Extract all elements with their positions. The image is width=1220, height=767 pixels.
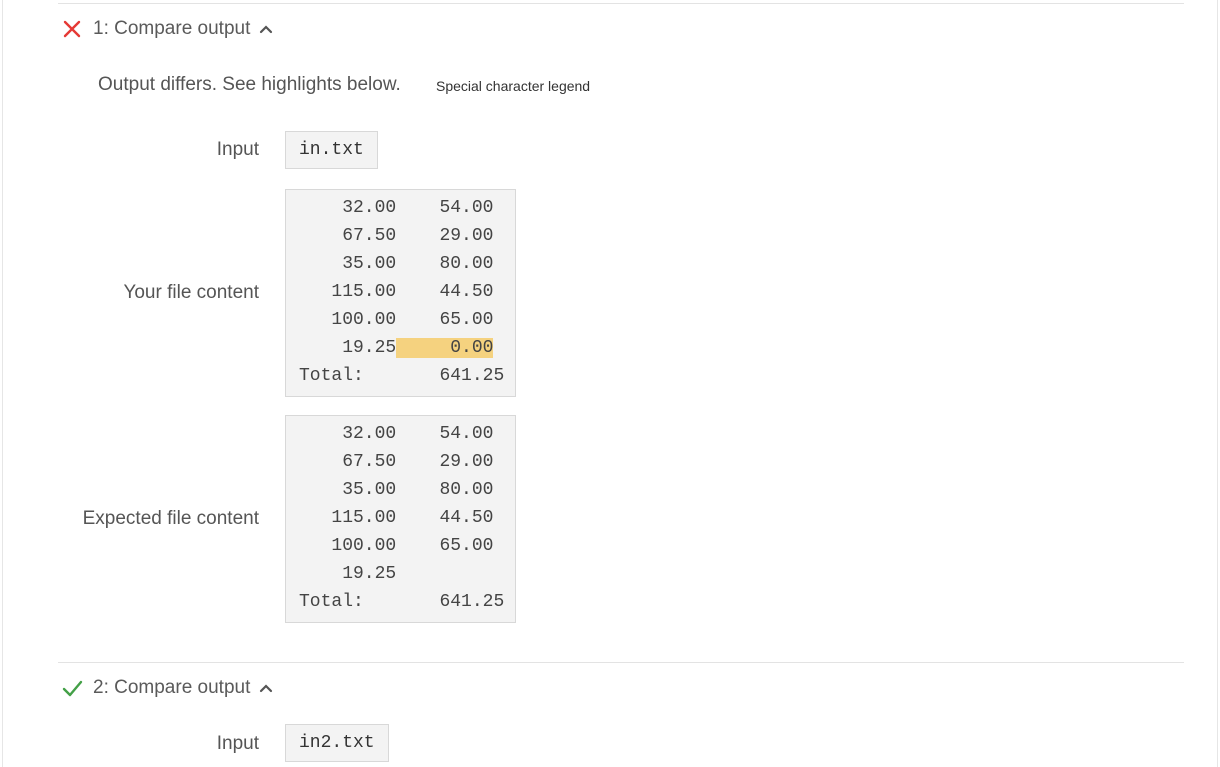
line-col-b-wrap: 641.25 [396, 592, 504, 612]
line-col-a: 115.00 [299, 508, 397, 528]
content-line: 19.25 [299, 560, 396, 588]
line-col-b: 29.00 [439, 226, 494, 246]
line-col-b: 641.25 [439, 366, 505, 386]
line-col-a: 35.00 [299, 480, 397, 500]
line-col-b: 80.00 [439, 480, 494, 500]
line-col-a: 100.00 [299, 536, 397, 556]
line-col-b-wrap: 44.50 [396, 282, 493, 302]
test-2-title: 2: Compare output [93, 677, 251, 698]
input-label-2: Input [216, 733, 259, 754]
test-2-header[interactable]: 2: Compare output [61, 676, 273, 700]
content-line: 115.00 44.50 [299, 504, 493, 532]
line-col-b: 641.25 [439, 592, 505, 612]
test-1-header[interactable]: 1: Compare output [61, 17, 273, 41]
line-col-a: Total: [299, 592, 397, 612]
line-col-b: 65.00 [439, 536, 494, 556]
content-line: 32.00 54.00 [299, 420, 493, 448]
line-col-b-wrap: 54.00 [396, 198, 493, 218]
line-col-b-wrap: 65.00 [396, 310, 493, 330]
line-col-a: 32.00 [299, 198, 397, 218]
expected-file-content-box: 32.00 54.00 67.50 29.00 35.00 80.00 115.… [285, 415, 516, 623]
check-icon [62, 680, 83, 697]
line-col-b-wrap: 54.00 [396, 424, 493, 444]
line-col-b: 65.00 [439, 310, 494, 330]
input-label: Input [216, 139, 259, 160]
line-col-b-wrap: 641.25 [396, 366, 504, 386]
line-col-a: 35.00 [299, 254, 397, 274]
divider-middle [58, 662, 1184, 663]
special-character-legend-link[interactable]: Special character legend [436, 78, 590, 94]
line-col-b: 44.50 [439, 282, 494, 302]
content-line: 67.50 29.00 [299, 222, 493, 250]
line-col-a: Total: [299, 366, 397, 386]
line-col-a: 67.50 [299, 452, 397, 472]
content-line: 100.00 65.00 [299, 532, 493, 560]
divider-top [58, 3, 1184, 4]
expected-file-content-label: Expected file content [82, 508, 259, 529]
line-col-a: 100.00 [299, 310, 397, 330]
content-line: 35.00 80.00 [299, 250, 493, 278]
x-icon [63, 20, 81, 38]
input-file-chip-2: in2.txt [285, 724, 389, 762]
line-col-b-wrap: 44.50 [396, 508, 493, 528]
line-col-b: 54.00 [439, 198, 494, 218]
input-file-chip: in.txt [285, 131, 378, 169]
line-col-b: 54.00 [439, 424, 494, 444]
results-panel: 1: Compare output Output differs. See hi… [2, 0, 1218, 767]
line-col-b-wrap: 80.00 [396, 254, 493, 274]
content-line: Total: 641.25 [299, 588, 504, 616]
content-line: 32.00 54.00 [299, 194, 493, 222]
content-line: Total: 641.25 [299, 362, 504, 390]
line-col-b: 44.50 [439, 508, 494, 528]
line-col-b-wrap: 29.00 [396, 226, 493, 246]
output-differs-message: Output differs. See highlights below. [98, 74, 401, 95]
line-col-a: 67.50 [299, 226, 397, 246]
content-line: 35.00 80.00 [299, 476, 493, 504]
line-col-a: 32.00 [299, 424, 397, 444]
content-line: 115.00 44.50 [299, 278, 493, 306]
line-col-b-wrap: 65.00 [396, 536, 493, 556]
test-1-title: 1: Compare output [93, 18, 251, 39]
line-col-b: 80.00 [439, 254, 494, 274]
line-col-a: 115.00 [299, 282, 397, 302]
line-col-a: 19.25 [299, 338, 397, 358]
your-file-content-label: Your file content [123, 282, 259, 303]
chevron-up-icon[interactable] [259, 683, 273, 693]
line-col-b: 29.00 [439, 452, 494, 472]
your-file-content-box: 32.00 54.00 67.50 29.00 35.00 80.00 115.… [285, 189, 516, 397]
line-col-b-wrap: 29.00 [396, 452, 493, 472]
line-col-b: 0.00 [450, 338, 494, 358]
content-line: 100.00 65.00 [299, 306, 493, 334]
line-col-b-wrap: 80.00 [396, 480, 493, 500]
chevron-up-icon[interactable] [259, 24, 273, 34]
content-line: 67.50 29.00 [299, 448, 493, 476]
line-col-a: 19.25 [299, 564, 397, 584]
diff-highlight: 0.00 [396, 338, 494, 358]
content-line: 19.25 0.00 [299, 334, 494, 362]
